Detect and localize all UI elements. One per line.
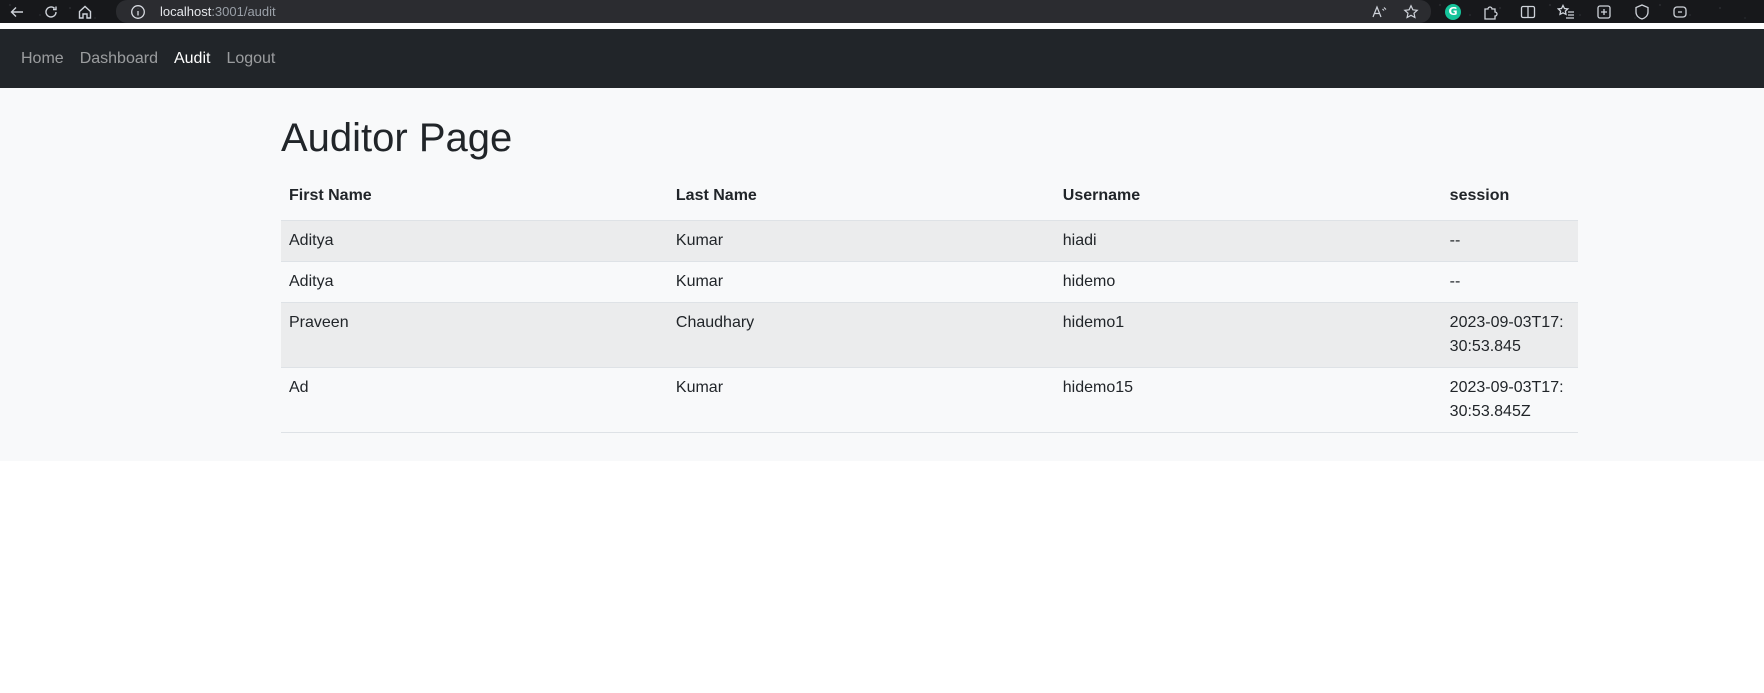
nav-link-home[interactable]: Home	[13, 50, 72, 68]
nav-link-logout[interactable]: Logout	[218, 50, 283, 68]
url-host: localhost	[160, 4, 212, 19]
url-path: :3001/audit	[211, 4, 276, 19]
cell-last-name: Chaudhary	[667, 302, 1055, 368]
cell-first-name: Ad	[281, 367, 668, 433]
cell-last-name: Kumar	[667, 220, 1055, 262]
cell-session: --	[1441, 261, 1578, 303]
cell-last-name: Kumar	[667, 367, 1055, 433]
refresh-icon[interactable]	[34, 0, 68, 23]
table-row: Praveen Chaudhary hidemo1 2023-09-03T17:…	[281, 302, 1578, 368]
cell-first-name: Aditya	[281, 220, 668, 262]
page-title: Auditor Page	[281, 116, 513, 160]
copilot-icon[interactable]	[1671, 3, 1689, 21]
main-navbar: Home Dashboard Audit Logout	[0, 29, 1764, 88]
cell-first-name: Praveen	[281, 302, 668, 368]
table-row: Aditya Kumar hiadi --	[281, 220, 1578, 262]
site-info-icon[interactable]	[130, 4, 146, 20]
grammarly-extension-icon[interactable]: G	[1445, 3, 1461, 21]
back-arrow-icon[interactable]	[0, 0, 34, 23]
column-header-session: session	[1441, 179, 1578, 221]
cell-last-name: Kumar	[667, 261, 1055, 303]
extensions-puzzle-icon[interactable]	[1481, 3, 1499, 21]
favorites-list-icon[interactable]	[1557, 3, 1575, 21]
favorite-star-icon[interactable]	[1403, 3, 1419, 20]
page-content: Auditor Page First Name Last Name Userna…	[0, 88, 1764, 461]
split-screen-icon[interactable]	[1519, 3, 1537, 21]
audit-table: First Name Last Name Username session Ad…	[281, 179, 1578, 433]
nav-link-dashboard[interactable]: Dashboard	[72, 50, 166, 68]
cell-username: hidemo	[1054, 261, 1442, 303]
collections-icon[interactable]	[1595, 3, 1613, 21]
cell-username: hiadi	[1054, 220, 1442, 262]
home-icon[interactable]	[68, 0, 102, 23]
table-header-row: First Name Last Name Username session	[281, 179, 1578, 221]
column-header-last-name: Last Name	[667, 179, 1055, 221]
url-text[interactable]: localhost:3001/audit	[160, 4, 276, 19]
browser-toolbar: localhost:3001/audit G	[0, 0, 1764, 23]
cell-session: --	[1441, 220, 1578, 262]
cell-first-name: Aditya	[281, 261, 668, 303]
cell-username: hidemo1	[1054, 302, 1442, 368]
browser-essentials-icon[interactable]	[1633, 3, 1651, 21]
nav-link-audit[interactable]: Audit	[166, 50, 218, 68]
cell-session: 2023-09-03T17:30:53.845Z	[1441, 367, 1578, 433]
table-row: Aditya Kumar hidemo --	[281, 261, 1578, 303]
cell-username: hidemo15	[1054, 367, 1442, 433]
table-row: Ad Kumar hidemo15 2023-09-03T17:30:53.84…	[281, 367, 1578, 433]
column-header-first-name: First Name	[281, 179, 668, 221]
read-aloud-icon[interactable]	[1371, 4, 1387, 20]
address-bar[interactable]: localhost:3001/audit	[116, 0, 1431, 23]
cell-session: 2023-09-03T17:30:53.845	[1441, 302, 1578, 368]
column-header-username: Username	[1054, 179, 1442, 221]
